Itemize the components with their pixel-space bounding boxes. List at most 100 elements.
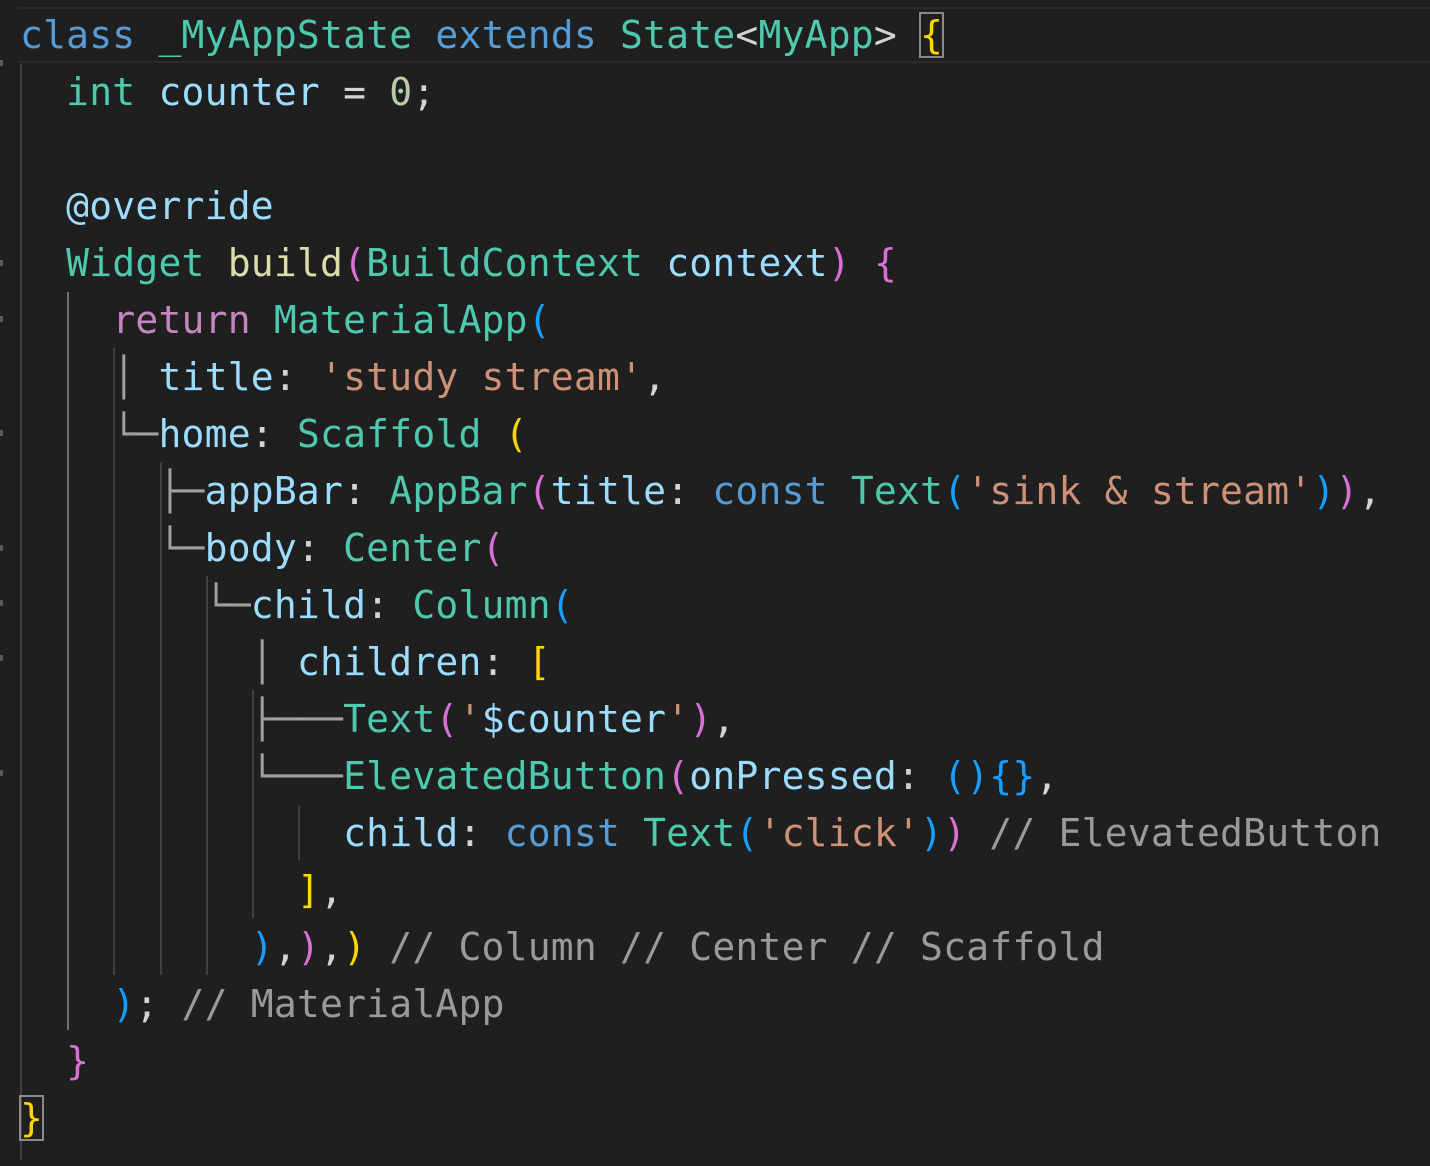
token-br3: ) bbox=[250, 925, 274, 969]
code-line[interactable]: └─child: Column( bbox=[20, 577, 574, 634]
fold-marker[interactable] bbox=[0, 316, 3, 322]
token-punc: : bbox=[273, 355, 321, 399]
token-var: home bbox=[158, 412, 251, 456]
code-line[interactable]: Widget build(BuildContext context) { bbox=[20, 235, 897, 292]
token-str: ' bbox=[458, 697, 482, 741]
token-var: body bbox=[204, 526, 297, 570]
token-var: child bbox=[343, 811, 459, 855]
token-cmt: // ElevatedButton bbox=[989, 811, 1382, 855]
token-br2: ) bbox=[296, 925, 321, 969]
fold-marker[interactable] bbox=[0, 260, 3, 266]
token-kw: extends bbox=[435, 13, 597, 57]
token-ctrl: return bbox=[112, 298, 251, 342]
token-fn: build bbox=[227, 241, 344, 285]
token-br2: ( bbox=[435, 697, 459, 741]
code-line[interactable]: @override bbox=[20, 178, 274, 235]
code-line[interactable]: child: const Text('click')) // ElevatedB… bbox=[20, 805, 1382, 862]
code-line[interactable]: int counter = 0; bbox=[20, 64, 435, 121]
fold-marker[interactable] bbox=[0, 770, 3, 776]
fold-marker[interactable] bbox=[0, 430, 3, 436]
token-str: 'sink & stream' bbox=[966, 469, 1313, 513]
code-line[interactable]: ├─appBar: AppBar(title: const Text('sink… bbox=[20, 463, 1382, 520]
code-line[interactable]: ),),) // Column // Center // Scaffold bbox=[20, 919, 1105, 976]
token-br2: { bbox=[873, 241, 897, 285]
token-br3: ( bbox=[527, 298, 551, 342]
gutter bbox=[0, 0, 4, 1166]
token-punc: : bbox=[343, 469, 390, 513]
token-punc: > bbox=[873, 13, 897, 57]
token-cmt: // Column // Center // Scaffold bbox=[389, 925, 1105, 969]
code-line[interactable]: │ children: [ bbox=[20, 634, 551, 691]
token-punc: < bbox=[735, 13, 759, 57]
token-punc: , bbox=[1358, 469, 1382, 513]
code-line[interactable]: ], bbox=[20, 862, 343, 919]
token-type: MaterialApp bbox=[273, 298, 528, 342]
token-kw: const bbox=[504, 811, 621, 855]
token-br2: ) bbox=[689, 697, 713, 741]
code-line[interactable]: └─body: Center( bbox=[20, 520, 505, 577]
token-br3: {} bbox=[989, 754, 1036, 798]
code-line[interactable]: └─home: Scaffold ( bbox=[20, 406, 528, 463]
token-tree: └─── bbox=[250, 754, 344, 798]
token-kw: const bbox=[712, 469, 828, 513]
token-var: title bbox=[158, 355, 274, 399]
token-br1: } bbox=[18, 1095, 45, 1141]
code-editor[interactable]: class _MyAppState extends State<MyApp> {… bbox=[0, 0, 1430, 1166]
token-punc: ; bbox=[412, 70, 436, 114]
code-line[interactable]: └───ElevatedButton(onPressed: (){}, bbox=[20, 748, 1059, 805]
token-punc: : bbox=[296, 526, 344, 570]
token-punc: , bbox=[273, 925, 297, 969]
fold-marker[interactable] bbox=[0, 60, 3, 66]
code-line[interactable]: ); // MaterialApp bbox=[20, 976, 505, 1033]
code-line[interactable]: ├───Text('$counter'), bbox=[20, 691, 735, 748]
token-br2: ) bbox=[943, 811, 967, 855]
code-line[interactable]: } bbox=[18, 1090, 45, 1147]
token-type: MyApp bbox=[758, 13, 874, 57]
token-punc: , bbox=[320, 868, 344, 912]
token-br3: ( bbox=[735, 811, 759, 855]
fold-marker[interactable] bbox=[0, 600, 3, 606]
code-line[interactable]: │ title: 'study stream', bbox=[20, 349, 666, 406]
fold-marker[interactable] bbox=[0, 655, 3, 661]
token-punc: , bbox=[712, 697, 736, 741]
token-br3: ) bbox=[920, 811, 944, 855]
token-punc: : bbox=[896, 754, 944, 798]
token-str: 'click' bbox=[758, 811, 921, 855]
fold-marker[interactable] bbox=[0, 545, 3, 551]
token-type: ElevatedButton bbox=[343, 754, 667, 798]
token-punc: : bbox=[666, 469, 713, 513]
token-var: @override bbox=[66, 184, 274, 228]
code-line[interactable]: return MaterialApp( bbox=[20, 292, 551, 349]
token-br2: } bbox=[66, 1039, 90, 1083]
code-line[interactable]: } bbox=[20, 1033, 89, 1090]
token-br1: ( bbox=[504, 412, 528, 456]
token-type: Column bbox=[412, 583, 551, 627]
token-br3: ) bbox=[112, 982, 136, 1026]
code-line[interactable]: class _MyAppState extends State<MyApp> { bbox=[20, 7, 945, 64]
token-br3: ( bbox=[943, 469, 967, 513]
token-br3: ) bbox=[1312, 469, 1336, 513]
token-punc: = bbox=[320, 70, 390, 114]
token-var: counter bbox=[158, 70, 321, 114]
token-type: Scaffold bbox=[296, 412, 482, 456]
